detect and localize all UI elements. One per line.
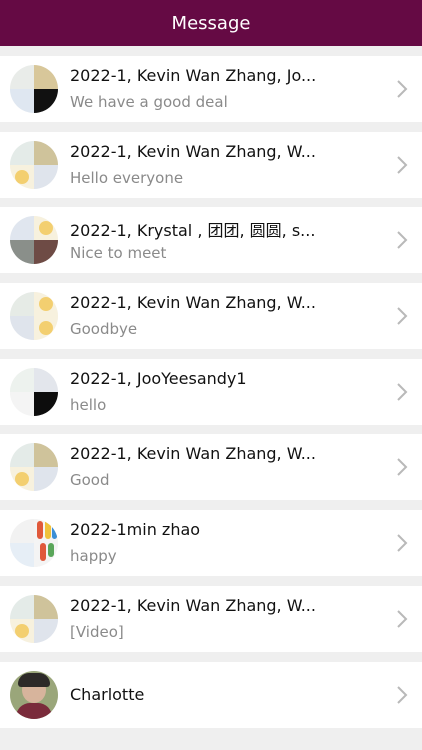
chevron-right-icon xyxy=(397,80,408,98)
conversation-item[interactable]: 2022-1, JooYeesandy1 hello xyxy=(0,358,422,425)
group-avatar xyxy=(10,65,58,113)
chevron-right-icon xyxy=(397,383,408,401)
chevron-right-icon xyxy=(397,231,408,250)
conversation-item[interactable]: 2022-1, Kevin Wan Zhang, W... [Video] xyxy=(0,585,422,652)
group-avatar xyxy=(10,292,58,341)
group-avatar xyxy=(10,519,58,568)
conversation-item[interactable]: 2022-1, Kevin Wan Zhang, W... Goodbye xyxy=(0,283,422,350)
conversation-preview: [Video] xyxy=(70,622,124,641)
conversation-item[interactable]: 2022-1, Kevin Wan Zhang, W... Hello ever… xyxy=(0,131,422,198)
conversation-preview: Nice to meet xyxy=(70,244,167,263)
group-avatar xyxy=(10,367,58,416)
group-avatar xyxy=(10,216,58,265)
conversation-preview: We have a good deal xyxy=(70,93,228,111)
chevron-right-icon xyxy=(397,534,408,552)
conversation-preview: Hello everyone xyxy=(70,168,184,187)
conversation-preview: Good xyxy=(70,471,110,490)
user-avatar xyxy=(10,670,58,719)
conversation-title: 2022-1, Kevin Wan Zhang, W... xyxy=(70,141,316,161)
page-title: Message xyxy=(171,12,251,34)
conversation-title: 2022-1, Kevin Wan Zhang, W... xyxy=(70,444,316,464)
conversation-preview: hello xyxy=(70,395,107,414)
conversation-item[interactable]: 2022-1, Kevin Wan Zhang, Jo... We have a… xyxy=(0,56,422,122)
conversation-title: Charlotte xyxy=(70,684,145,704)
group-avatar xyxy=(10,443,58,492)
app-header: Message xyxy=(0,0,422,46)
chevron-right-icon xyxy=(397,458,408,477)
conversation-title: 2022-1, Kevin Wan Zhang, W... xyxy=(70,595,316,615)
chevron-right-icon xyxy=(397,685,408,704)
conversation-title: 2022-1, Kevin Wan Zhang, W... xyxy=(70,293,316,313)
conversation-title: 2022-1, JooYeesandy1 xyxy=(70,368,247,388)
conversation-list: 2022-1, Kevin Wan Zhang, Jo... We have a… xyxy=(0,56,422,737)
conversation-item[interactable]: 2022-1, Krystal , 团团, 圆圆, s... Nice to m… xyxy=(0,207,422,274)
chevron-right-icon xyxy=(397,155,408,174)
conversation-preview: Goodbye xyxy=(70,320,138,339)
group-avatar xyxy=(10,140,58,189)
conversation-preview: happy xyxy=(70,547,117,566)
conversation-title: 2022-1, Krystal , 团团, 圆圆, s... xyxy=(70,221,316,241)
group-avatar xyxy=(10,594,58,643)
conversation-title: 2022-1, Kevin Wan Zhang, Jo... xyxy=(70,66,317,85)
chevron-right-icon xyxy=(397,610,408,628)
chevron-right-icon xyxy=(397,307,408,325)
conversation-item[interactable]: 2022-1min zhao happy xyxy=(0,510,422,577)
conversation-item[interactable]: 2022-1, Kevin Wan Zhang, W... Good xyxy=(0,434,422,501)
conversation-title: 2022-1min zhao xyxy=(70,520,201,540)
conversation-item[interactable]: Charlotte xyxy=(0,661,422,728)
